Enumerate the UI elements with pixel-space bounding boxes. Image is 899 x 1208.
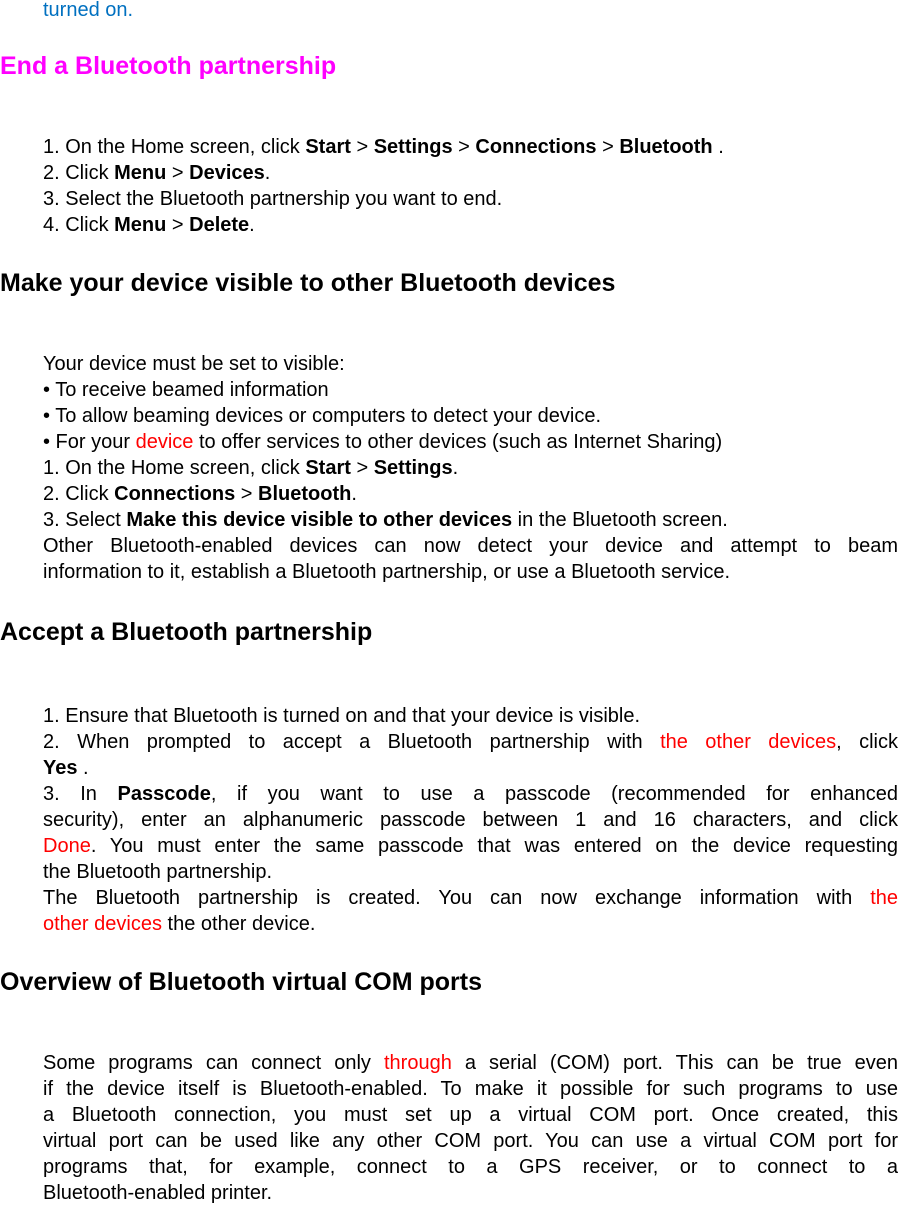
heading-make-visible: Make your device visible to other Blueto… [0,269,616,297]
accept-step-3-line-2: security), enter an alphanumeric passcod… [43,809,898,831]
accept-step-1: 1. Ensure that Bluetooth is turned on an… [43,705,641,727]
end-partnership-steps: 1. On the Home screen, click Start > Set… [43,134,898,238]
visible-step-3: 3. Select Make this device visible to ot… [43,509,728,531]
com-line-1: Some programs can connect only through a… [43,1052,898,1074]
com-line-2: if the device itself is Bluetooth-enable… [43,1078,898,1100]
visible-lead: Your device must be set to visible: [43,353,345,375]
com-line-6: Bluetooth-enabled printer. [43,1182,273,1204]
com-ports-body: Some programs can connect only through a… [43,1050,898,1206]
com-line-3: a Bluetooth connection, you must set up … [43,1104,898,1126]
visible-step-1: 1. On the Home screen, click Start > Set… [43,457,459,479]
accept-step-2-line-2: Yes . [43,757,89,779]
other-devices-highlight: the other devices [660,731,837,753]
com-line-4: virtual port can be used like any other … [43,1130,898,1152]
make-visible-body: Your device must be set to visible: • To… [43,351,898,585]
end-step-4: 4. Click Menu > Delete. [43,214,255,236]
visible-bullet-3: • For your device to offer services to o… [43,431,723,453]
visible-result-line-1: Other Bluetooth-enabled devices can now … [43,535,898,557]
com-line-5: programs that, for example, connect to a… [43,1156,898,1178]
visible-bullet-2: • To allow beaming devices or computers … [43,405,602,427]
accept-step-3-line-1: 3. In Passcode, if you want to use a pas… [43,783,898,805]
device-highlight: device [135,431,194,453]
intro-tail-text: turned on. [43,0,134,21]
the-highlight: the [870,887,898,909]
accept-step-3-line-3: Done. You must enter the same passcode t… [43,835,898,857]
visible-result-line-2: information to it, establish a Bluetooth… [43,561,731,583]
accept-step-2-line-1: 2. When prompted to accept a Bluetooth p… [43,731,898,753]
end-step-1: 1. On the Home screen, click Start > Set… [43,136,724,158]
heading-end-partnership: End a Bluetooth partnership [0,52,337,80]
visible-bullet-1: • To receive beamed information [43,379,329,401]
heading-accept-partnership: Accept a Bluetooth partnership [0,618,373,646]
end-step-2: 2. Click Menu > Devices. [43,162,271,184]
heading-com-ports: Overview of Bluetooth virtual COM ports [0,968,482,996]
done-highlight: Done [43,835,91,857]
accept-result-line-2: other devices the other device. [43,913,316,935]
accept-partnership-body: 1. Ensure that Bluetooth is turned on an… [43,703,898,937]
accept-step-3-line-4: the Bluetooth partnership. [43,861,273,883]
visible-step-2: 2. Click Connections > Bluetooth. [43,483,357,505]
accept-result-line-1: The Bluetooth partnership is created. Yo… [43,887,898,909]
other-devices-highlight-2: other devices [43,913,162,935]
through-highlight: through [383,1052,452,1074]
end-step-3: 3. Select the Bluetooth partnership you … [43,188,503,210]
